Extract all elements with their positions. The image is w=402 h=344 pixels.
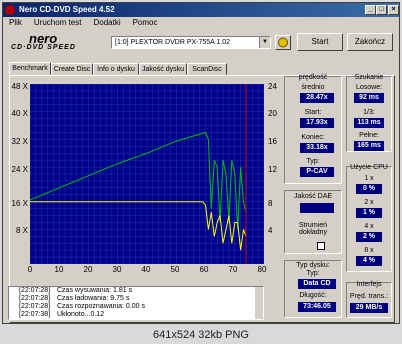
length-label: Długość: (299, 292, 327, 299)
app-icon (5, 5, 15, 15)
cpu-8x-value: 4 % (356, 256, 382, 266)
drive-select-value: [1:0] PLEXTOR DVDR PX-755A 1.02 (115, 39, 231, 46)
y-left-tick: 16 X (11, 199, 28, 208)
exit-button[interactable]: Zakończ (347, 33, 393, 51)
disc-type-label: Typ: (306, 270, 320, 277)
minimize-button[interactable]: _ (365, 5, 376, 15)
close-window-button[interactable]: × (388, 5, 399, 15)
type-label: Typ: (306, 158, 320, 165)
average-label: średnio (301, 84, 325, 91)
window-title: Nero CD-DVD Speed 4.52 (19, 5, 115, 14)
disc-type-value: Data CD (298, 279, 336, 289)
log-time: [22:07:28] (19, 303, 51, 310)
dae-label: Jakość DAE (293, 193, 333, 200)
full-seek-label: Pełne: (359, 132, 379, 139)
interface-header: Interfejs (356, 281, 382, 288)
title-bar[interactable]: Nero CD-DVD Speed 4.52 _ □ × (3, 3, 399, 17)
average-value: 28.47x (300, 93, 334, 103)
tab-create-disc[interactable]: Create Disc (51, 63, 93, 75)
end-label: Koniec: (301, 134, 325, 141)
drive-select[interactable]: [1:0] PLEXTOR DVDR PX-755A 1.02 ▼ (111, 36, 271, 49)
chevron-down-icon[interactable]: ▼ (259, 37, 270, 48)
y-left-tick: 8 X (15, 226, 28, 235)
disc-type-header: Typ dysku: (296, 262, 330, 269)
x-tick: 20 (83, 265, 93, 274)
screenshot-frame: Nero CD-DVD Speed 4.52 _ □ × Plik Uruchom… (0, 0, 402, 344)
cpu-1x-value: 0 % (356, 184, 382, 194)
menu-run-test[interactable]: Uruchom test (34, 18, 82, 27)
secondary-series-line (30, 201, 247, 251)
tab-disc-info[interactable]: Info o dysku (93, 63, 139, 75)
cpu-8x-label: 8 x (364, 247, 374, 254)
cpu-2x-value: 1 % (356, 208, 382, 218)
cpu-4x-label: 4 x (364, 223, 374, 230)
accurate-stream-checkbox[interactable] (317, 242, 325, 250)
x-tick: 0 (27, 265, 33, 274)
log-time: [22:07:28] (19, 287, 51, 294)
logo-cd-dvd-speed: CD·DVD SPEED (11, 44, 76, 51)
start-button[interactable]: Start (297, 33, 343, 51)
dae-value (300, 203, 334, 213)
menu-extras[interactable]: Dodatki (93, 18, 120, 27)
log-message: Czas wysuwania: 1.81 s (57, 287, 133, 294)
random-seek-label: Losowe: (355, 84, 383, 91)
log-message: Ukłonoto...0.12 (57, 311, 105, 318)
x-tick: 80 (257, 265, 267, 274)
burst-rate-label: Pręd. trans.: (349, 293, 389, 300)
tab-disc-quality[interactable]: Jakość dysku (139, 63, 187, 75)
eject-icon[interactable] (275, 35, 291, 50)
benchmark-chart (29, 83, 265, 265)
y-right-tick: 12 (268, 165, 277, 174)
log-message: Czas ładowania: 9.75 s (57, 295, 130, 302)
length-value: 73:46.05 (298, 302, 336, 312)
log-time: [22:07:28] (19, 295, 51, 302)
log-message: Czas rozpoznawania: 0.00 s (57, 303, 145, 310)
end-value: 33.18x (300, 143, 334, 153)
x-tick: 50 (170, 265, 180, 274)
cpu-1x-label: 1 x (364, 175, 374, 182)
start-label: Start: (304, 109, 322, 116)
y-right-tick: 20 (268, 109, 277, 118)
tab-scandisc[interactable]: ScanDisc (187, 63, 227, 75)
y-right-tick: 8 (268, 199, 273, 208)
burst-rate-value: 29 MB/s (350, 303, 388, 313)
log-scrollbar[interactable] (255, 287, 263, 319)
third-seek-label: 1/3: (363, 109, 375, 116)
maximize-button[interactable]: □ (376, 5, 387, 15)
y-right-tick: 16 (268, 137, 277, 146)
menu-help[interactable]: Pomoc (133, 18, 158, 27)
random-seek-value: 92 ms (354, 93, 384, 103)
tab-benchmark[interactable]: Benchmark (9, 62, 51, 75)
start-value: 17.93x (300, 118, 334, 128)
y-left-tick: 24 X (11, 165, 28, 174)
y-right-tick: 24 (268, 82, 277, 91)
log-box[interactable]: [22:07:28] Czas wysuwania: 1.81 s [22:07:… (8, 286, 264, 320)
x-tick: 60 (199, 265, 209, 274)
image-caption: 641x524 32kb PNG (0, 326, 402, 344)
type-value: P-CAV (300, 167, 334, 177)
nero-logo: nero CD·DVD SPEED (11, 31, 111, 53)
y-left-tick: 48 X (11, 82, 28, 91)
speed-header: prędkość (298, 74, 328, 81)
y-left-tick: 40 X (11, 109, 28, 118)
accurate-stream-label: Strumień dokładny (298, 222, 328, 236)
log-time: [22:07:38] (19, 311, 51, 318)
x-tick: 30 (112, 265, 122, 274)
y-left-tick: 32 X (11, 137, 28, 146)
seek-header: Szukanie (354, 74, 384, 81)
cpu-2x-label: 2 x (364, 199, 374, 206)
menu-bar: Plik Uruchom test Dodatki Pomoc (3, 17, 399, 29)
x-tick: 70 (228, 265, 238, 274)
menu-file[interactable]: Plik (9, 18, 22, 27)
chart-svg (29, 83, 265, 265)
x-tick: 10 (54, 265, 64, 274)
full-seek-value: 165 ms (354, 141, 384, 151)
cpu-4x-value: 2 % (356, 232, 382, 242)
y-right-tick: 4 (268, 226, 273, 235)
cpu-header: Użycie CPU (350, 164, 388, 171)
third-seek-value: 113 ms (354, 118, 384, 128)
x-tick: 40 (141, 265, 151, 274)
